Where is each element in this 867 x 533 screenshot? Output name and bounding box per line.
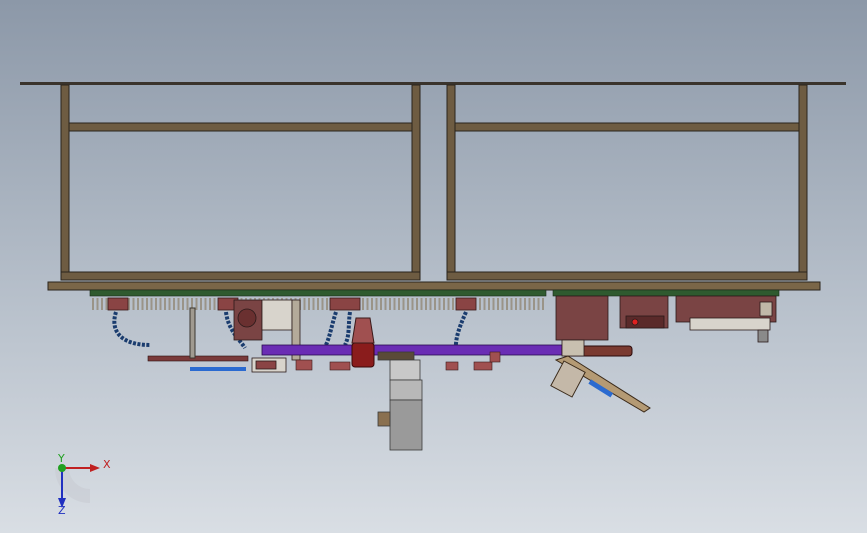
guide-tooth — [452, 298, 454, 310]
guide-tooth — [200, 298, 202, 310]
guide-tooth — [515, 298, 517, 310]
z-axis-label: Z — [58, 504, 66, 517]
guide-tooth — [146, 298, 148, 310]
guide-tooth — [186, 298, 189, 310]
guide-tooth — [380, 298, 382, 310]
guide-tooth — [402, 298, 405, 310]
guide-tooth — [168, 298, 171, 310]
orientation-triad: X Y Z — [55, 452, 111, 517]
left-arm — [147, 355, 249, 362]
y-axis-label: Y — [57, 452, 65, 465]
guide-tooth — [101, 298, 103, 310]
guide-tooth — [105, 298, 108, 310]
guide-tooth — [398, 298, 400, 310]
gearbox — [351, 342, 375, 368]
left-post — [189, 307, 196, 359]
guide-tooth — [479, 298, 481, 310]
guide-tooth — [150, 298, 153, 310]
guide-tooth — [438, 298, 441, 310]
guide-tooth — [155, 298, 157, 310]
base-beam — [47, 281, 821, 291]
guide-tooth — [447, 298, 450, 310]
guide-tooth — [506, 298, 508, 310]
guide-tooth — [519, 298, 522, 310]
vertical-cylinder — [377, 351, 423, 451]
guide-tooth — [132, 298, 135, 310]
guide-tooth — [366, 298, 369, 310]
guide-tooth — [213, 298, 216, 310]
guide-tooth — [321, 298, 324, 310]
guide-tooth — [303, 298, 306, 310]
guide-tooth — [510, 298, 513, 310]
guide-tooth — [375, 298, 378, 310]
guide-tooth — [416, 298, 418, 310]
rail-right — [552, 289, 780, 297]
guide-tooth — [312, 298, 315, 310]
guide-tooth — [204, 298, 207, 310]
guide-tooth — [443, 298, 445, 310]
guide-tooth — [195, 298, 198, 310]
guide-tooth — [173, 298, 175, 310]
guide-tooth — [407, 298, 409, 310]
cad-viewport[interactable]: X Y Z — [0, 0, 867, 533]
x-axis-label: X — [103, 458, 111, 471]
guide-tooth — [425, 298, 427, 310]
guide-tooth — [411, 298, 414, 310]
guide-tooth — [492, 298, 495, 310]
guide-tooth — [524, 298, 526, 310]
guide-tooth — [533, 298, 535, 310]
guide-tooth — [384, 298, 387, 310]
right-frame — [446, 84, 808, 281]
guide-tooth — [420, 298, 423, 310]
control-boxes — [619, 295, 777, 343]
guide-tooth — [326, 298, 328, 310]
guide-tooth — [501, 298, 504, 310]
guide-tooth — [362, 298, 364, 310]
guide-tooth — [434, 298, 436, 310]
guide-tooth — [308, 298, 310, 310]
rail-left — [89, 289, 547, 297]
left-frame — [60, 84, 421, 281]
guide-tooth — [393, 298, 396, 310]
pneumatic-line — [190, 367, 246, 371]
guide-tooth — [537, 298, 540, 310]
spindle-nozzle — [351, 317, 375, 344]
guide-tooth — [542, 298, 544, 310]
guide-tooth — [528, 298, 531, 310]
assembly-drawing: X Y Z — [20, 82, 846, 517]
guide-tooth — [177, 298, 180, 310]
guide-tooth — [483, 298, 486, 310]
guide-tooth — [137, 298, 139, 310]
guide-tooth — [371, 298, 373, 310]
top-plate — [20, 82, 846, 85]
guide-tooth — [209, 298, 211, 310]
guide-tooth — [92, 298, 94, 310]
guide-tooth — [317, 298, 319, 310]
guide-tooth — [497, 298, 499, 310]
guide-tooth — [164, 298, 166, 310]
guide-tooth — [182, 298, 184, 310]
guide-tooth — [159, 298, 162, 310]
guide-tooth — [389, 298, 391, 310]
guide-tooth — [488, 298, 490, 310]
guide-tooth — [96, 298, 99, 310]
guide-tooth — [141, 298, 144, 310]
guide-tooth — [429, 298, 432, 310]
inclined-arm — [550, 355, 651, 413]
